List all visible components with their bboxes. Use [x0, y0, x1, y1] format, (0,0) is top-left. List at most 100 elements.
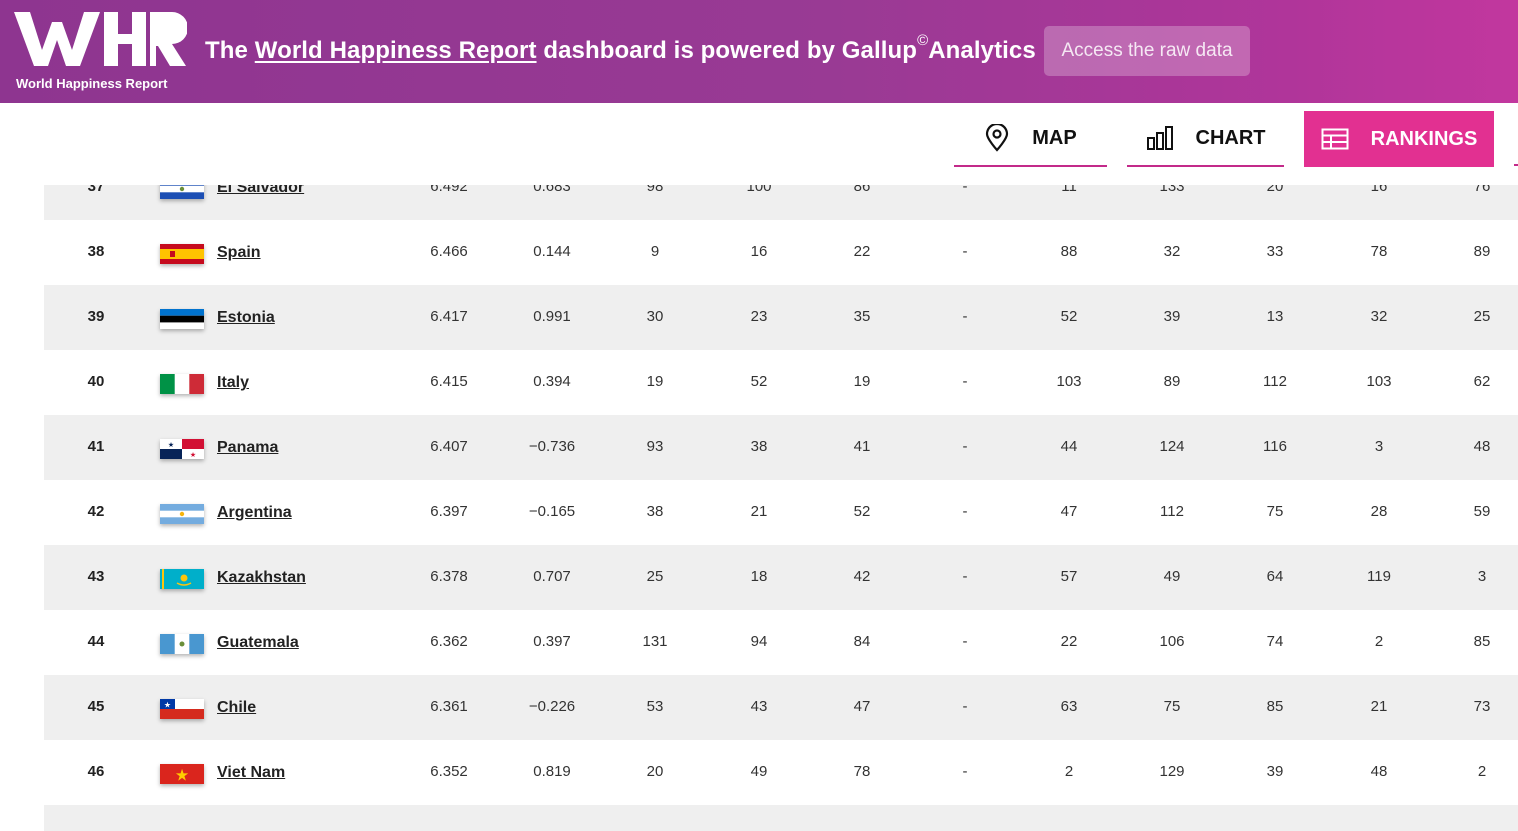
- tab-map[interactable]: MAP: [954, 111, 1107, 167]
- value-cell: 32: [1163, 243, 1181, 260]
- el-salvador-flag: [160, 185, 204, 199]
- country-link[interactable]: El Salvador: [217, 185, 304, 197]
- svg-text:★: ★: [168, 441, 174, 449]
- table-row: 46 ★ Viet Nam 6.352 0.819 20 49 78 - 2 129 39 48 2: [44, 740, 1518, 805]
- country-link[interactable]: Panama: [217, 439, 278, 457]
- rank-cell: 44: [87, 633, 105, 650]
- value-cell: 52: [1060, 308, 1078, 325]
- country-link[interactable]: Viet Nam: [217, 764, 285, 782]
- whr-logo-mark: [14, 12, 187, 66]
- value-cell: 22: [1060, 633, 1078, 650]
- whr-logo[interactable]: World Happiness Report: [12, 8, 187, 98]
- value-cell: 0.144: [533, 243, 571, 260]
- country-link[interactable]: Italy: [217, 374, 249, 392]
- value-cell: -: [962, 503, 968, 520]
- map-pin-icon: [986, 124, 1009, 152]
- score-cell: 6.492: [430, 185, 468, 195]
- tagline-middle: dashboard is powered by Gallup: [543, 37, 918, 64]
- argentina-flag: [160, 504, 204, 524]
- value-cell: 133: [1159, 185, 1185, 195]
- country-link[interactable]: Spain: [217, 244, 261, 262]
- value-cell: 23: [750, 308, 768, 325]
- value-cell: 52: [750, 373, 768, 390]
- tab-chart[interactable]: CHART: [1127, 111, 1284, 167]
- value-cell: 53: [646, 698, 664, 715]
- tab-rankings[interactable]: RANKINGS: [1304, 111, 1494, 167]
- value-cell: 86: [853, 185, 871, 195]
- table-row: 37 El Salvador 6.492 0.683 98 100 86 - 11 133 20 16…: [44, 185, 1518, 220]
- country-link[interactable]: Guatemala: [217, 634, 299, 652]
- value-cell: 124: [1159, 438, 1185, 455]
- value-cell: 0.397: [533, 633, 571, 650]
- svg-text:★: ★: [164, 701, 171, 710]
- value-cell: 89: [1163, 373, 1181, 390]
- table-icon: [1321, 128, 1349, 150]
- tab-edge-line: [1514, 164, 1518, 166]
- value-cell: 3: [1374, 438, 1384, 455]
- country-link[interactable]: Chile: [217, 699, 256, 717]
- rank-cell: 45: [87, 698, 105, 715]
- value-cell: 32: [1370, 308, 1388, 325]
- value-cell: 103: [1056, 373, 1082, 390]
- value-cell: -: [962, 373, 968, 390]
- value-cell: 19: [646, 373, 664, 390]
- value-cell: 25: [646, 568, 664, 585]
- value-cell: 28: [1370, 503, 1388, 520]
- rank-cell: 38: [87, 243, 105, 260]
- header-banner: World Happiness Report The World Happine…: [0, 0, 1518, 103]
- tagline-suffix: Analytics: [928, 37, 1036, 64]
- value-cell: 16: [750, 243, 768, 260]
- value-cell: 48: [1370, 763, 1388, 780]
- value-cell: 98: [646, 185, 664, 195]
- value-cell: 78: [1370, 243, 1388, 260]
- score-cell: 6.415: [430, 373, 468, 390]
- chile-flag: ★: [160, 699, 204, 719]
- whr-link[interactable]: World Happiness Report: [255, 37, 537, 64]
- access-raw-data-button[interactable]: Access the raw data: [1044, 26, 1250, 76]
- value-cell: 44: [1060, 438, 1078, 455]
- value-cell: 42: [853, 568, 871, 585]
- value-cell: -: [962, 185, 968, 195]
- value-cell: 47: [853, 698, 871, 715]
- value-cell: 59: [1473, 503, 1491, 520]
- value-cell: 39: [1266, 763, 1284, 780]
- value-cell: -: [962, 438, 968, 455]
- tab-rankings-label: RANKINGS: [1370, 127, 1478, 150]
- value-cell: 106: [1159, 633, 1185, 650]
- value-cell: 0.683: [533, 185, 571, 195]
- value-cell: 35: [853, 308, 871, 325]
- value-cell: 88: [1060, 243, 1078, 260]
- country-link[interactable]: Argentina: [217, 504, 292, 522]
- value-cell: 21: [750, 503, 768, 520]
- value-cell: -: [962, 698, 968, 715]
- rank-cell: 41: [87, 438, 105, 455]
- value-cell: 39: [1163, 308, 1181, 325]
- value-cell: 49: [750, 763, 768, 780]
- value-cell: 2: [1064, 763, 1074, 780]
- score-cell: 6.361: [430, 698, 468, 715]
- table-row: 44 Guatemala 6.362 0.397 131 94 84 - 22 106 74 2 85: [44, 610, 1518, 675]
- value-cell: 76: [1473, 185, 1491, 195]
- value-cell: 75: [1266, 503, 1284, 520]
- value-cell: -: [962, 568, 968, 585]
- score-cell: 6.407: [430, 438, 468, 455]
- country-link[interactable]: Kazakhstan: [217, 569, 306, 587]
- value-cell: 9: [650, 243, 660, 260]
- value-cell: 20: [1266, 185, 1284, 195]
- rank-cell: 43: [87, 568, 105, 585]
- country-link[interactable]: Estonia: [217, 309, 275, 327]
- value-cell: 3: [1477, 568, 1487, 585]
- value-cell: 19: [853, 373, 871, 390]
- value-cell: 48: [1473, 438, 1491, 455]
- value-cell: −0.165: [528, 503, 576, 520]
- value-cell: 63: [1060, 698, 1078, 715]
- bar-chart-icon: [1146, 126, 1173, 150]
- value-cell: 49: [1163, 568, 1181, 585]
- value-cell: 20: [646, 763, 664, 780]
- rank-cell: 37: [87, 185, 105, 195]
- value-cell: 0.991: [533, 308, 571, 325]
- value-cell: 73: [1473, 698, 1491, 715]
- table-row: [44, 805, 1518, 831]
- value-cell: -: [962, 243, 968, 260]
- panama-flag: ★ ★: [160, 439, 204, 459]
